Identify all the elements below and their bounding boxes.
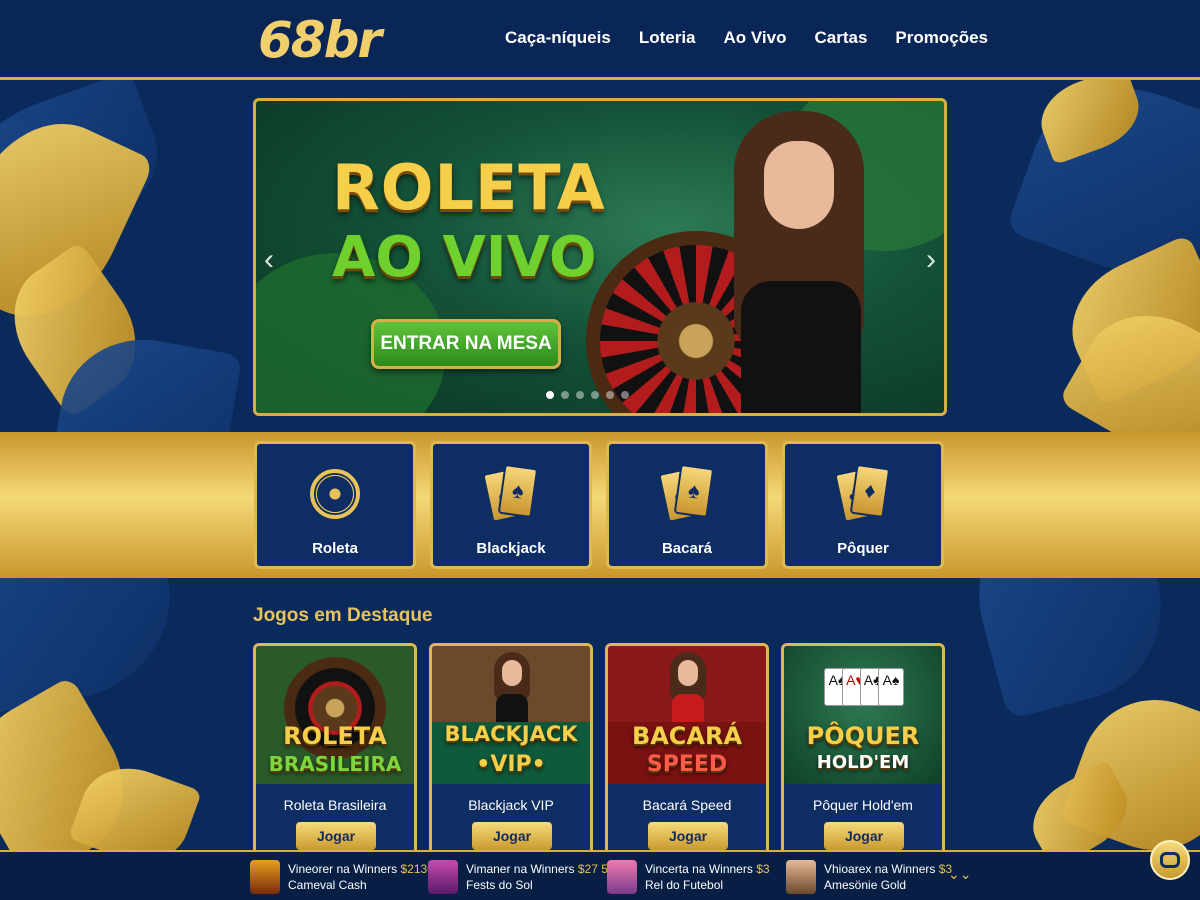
roulette-wheel-icon	[307, 462, 363, 526]
hero-banner[interactable]: ROLETA AO VIVO ENTRAR NA MESA ‹ ›	[253, 98, 947, 416]
hero-title-line1: ROLETA	[332, 151, 606, 224]
thumb-title: BLACKJACK	[444, 722, 578, 746]
nav-item-ao-vivo[interactable]: Ao Vivo	[724, 28, 787, 48]
chevron-right-icon[interactable]: ›	[926, 243, 936, 277]
chevron-left-icon[interactable]: ‹	[264, 243, 274, 277]
playing-cards-icon: ♠♠	[482, 462, 539, 526]
winner-text: Vhioarex na Winners $3 Amesönie Gold	[824, 862, 953, 892]
thumb-title: ROLETA	[283, 722, 387, 750]
game-card-roleta-brasileira[interactable]: ROLETA BRASILEIRA Roleta Brasileira Joga…	[253, 643, 417, 855]
playing-cards-icon: ♣♦	[834, 462, 891, 526]
category-label: Blackjack	[476, 540, 546, 557]
thumb-subtitle: BRASILEIRA	[268, 752, 402, 776]
category-poquer[interactable]: ♣♦ Pôquer	[782, 441, 944, 569]
thumb-subtitle: •VIP•	[476, 752, 546, 777]
enter-table-button[interactable]: ENTRAR NA MESA	[371, 319, 561, 369]
play-button[interactable]: Jogar	[296, 822, 376, 850]
game-thumbnail	[428, 860, 458, 894]
chevron-double-down-icon[interactable]: ⌄⌄	[948, 866, 971, 883]
game-thumbnail	[250, 860, 280, 894]
dealer-image	[726, 111, 876, 413]
play-button[interactable]: Jogar	[648, 822, 728, 850]
winner-item[interactable]: Vincerta na Winners $3 Rel do Futebol	[607, 858, 770, 896]
dealer-image	[494, 652, 530, 722]
playing-cards-icon: ♠♠	[658, 462, 715, 526]
game-name: Bacará Speed	[642, 797, 732, 813]
carousel-dot[interactable]	[621, 391, 629, 399]
logo-text: 68br	[258, 11, 382, 69]
winner-text: Vincerta na Winners $3 Rel do Futebol	[645, 862, 770, 892]
carousel-dot[interactable]	[591, 391, 599, 399]
play-button[interactable]: Jogar	[472, 822, 552, 850]
carousel-dot[interactable]	[576, 391, 584, 399]
game-name: Pôquer Hold'em	[813, 797, 913, 813]
category-band	[0, 432, 1200, 578]
thumb-title: BACARÁ	[631, 722, 743, 750]
carousel-dot[interactable]	[561, 391, 569, 399]
game-thumbnail	[786, 860, 816, 894]
nav-item-promocoes[interactable]: Promoções	[895, 28, 988, 48]
thumb-subtitle: HOLD'EM	[816, 752, 910, 773]
winner-text: Vimaner na Winners $27 5k Fests do Sol	[466, 862, 614, 892]
site-header: 68br Caça-níqueis Loteria Ao Vivo Cartas…	[0, 0, 1200, 80]
featured-section-title: Jogos em Destaque	[253, 605, 433, 626]
category-label: Pôquer	[837, 540, 889, 557]
winner-text: Vineorer na Winners $2130k Cameval Cash	[288, 862, 440, 892]
game-thumbnail	[607, 860, 637, 894]
play-button[interactable]: Jogar	[824, 822, 904, 850]
category-bacara[interactable]: ♠♠ Bacará	[606, 441, 768, 569]
category-roleta[interactable]: Roleta	[254, 441, 416, 569]
brand-logo[interactable]: 68br	[258, 8, 382, 72]
cards-image: A♠ A♥ A♣ A♠	[824, 668, 904, 706]
category-blackjack[interactable]: ♠♠ Blackjack	[430, 441, 592, 569]
thumb-title: PÔQUER	[806, 722, 920, 750]
category-label: Bacará	[661, 540, 713, 557]
winner-item[interactable]: Vimaner na Winners $27 5k Fests do Sol	[428, 858, 614, 896]
main-nav: Caça-níqueis Loteria Ao Vivo Cartas Prom…	[505, 28, 988, 48]
game-name: Blackjack VIP	[468, 797, 554, 813]
chat-button[interactable]	[1150, 840, 1190, 880]
chat-bubble-icon	[1160, 852, 1180, 868]
category-label: Roleta	[312, 540, 358, 557]
nav-item-loteria[interactable]: Loteria	[639, 28, 696, 48]
carousel-dot[interactable]	[546, 391, 554, 399]
game-card-poquer-holdem[interactable]: A♠ A♥ A♣ A♠ PÔQUER HOLD'EM Pôquer Hold'em J…	[781, 643, 945, 855]
carousel-dot[interactable]	[606, 391, 614, 399]
carousel-dots	[546, 391, 629, 399]
winner-item[interactable]: Vhioarex na Winners $3 Amesönie Gold	[786, 858, 952, 896]
dealer-image	[670, 652, 706, 722]
thumb-subtitle: SPEED	[646, 752, 728, 777]
game-card-bacara-speed[interactable]: BACARÁ SPEED Bacará Speed Jogar	[605, 643, 769, 855]
winners-ticker: Vineorer na Winners $2130k Cameval Cash …	[0, 850, 1200, 900]
winner-item[interactable]: Vineorer na Winners $2130k Cameval Cash	[250, 858, 440, 896]
hero-title-line2: AO VIVO	[332, 225, 597, 290]
game-card-blackjack-vip[interactable]: BLACKJACK •VIP• Blackjack VIP Jogar	[429, 643, 593, 855]
nav-item-caca-niqueis[interactable]: Caça-níqueis	[505, 28, 611, 48]
game-name: Roleta Brasileira	[283, 797, 387, 813]
nav-item-cartas[interactable]: Cartas	[814, 28, 867, 48]
